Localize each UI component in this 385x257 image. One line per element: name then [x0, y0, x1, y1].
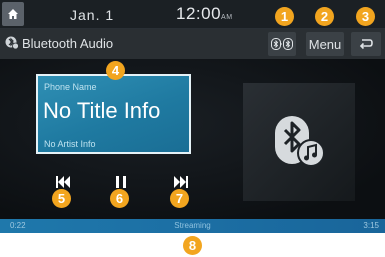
phone-name: Phone Name [44, 82, 97, 92]
total-time: 3:15 [363, 221, 379, 230]
title-bar: Bluetooth Audio Menu [0, 29, 385, 59]
callout-8: 8 [183, 236, 202, 255]
track-info-card[interactable]: Phone Name No Title Info No Artist Info [36, 74, 191, 154]
streaming-label: Streaming [174, 221, 211, 230]
callout-7: 7 [170, 189, 189, 208]
callout-5: 5 [52, 189, 71, 208]
menu-button[interactable]: Menu [306, 32, 344, 56]
pause-icon [116, 176, 126, 188]
home-icon [8, 9, 18, 19]
progress-bar[interactable]: Streaming 0:22 3:15 [0, 219, 385, 233]
bluetooth-connection-button[interactable] [268, 32, 296, 56]
callout-1: 1 [275, 7, 294, 26]
skip-next-icon [174, 176, 188, 188]
back-arrow-icon [359, 39, 373, 50]
back-button[interactable] [351, 32, 381, 56]
menu-label: Menu [308, 36, 342, 52]
artist-name: No Artist Info [44, 139, 96, 149]
callout-2: 2 [315, 7, 334, 26]
bluetooth-settings-icon [5, 34, 19, 55]
page-title: Bluetooth Audio [22, 36, 114, 51]
callout-6: 6 [110, 189, 129, 208]
date-label: Jan. 1 [70, 7, 115, 23]
clock: 12:00AM [176, 4, 233, 24]
elapsed-time: 0:22 [10, 221, 26, 230]
bluetooth-music-icon [275, 116, 325, 167]
track-title: No Title Info [43, 98, 161, 123]
home-button[interactable] [2, 2, 24, 26]
time-suffix: AM [221, 14, 233, 21]
callout-4: 4 [106, 61, 125, 80]
callout-3: 3 [356, 7, 375, 26]
time-value: 12:00 [176, 4, 222, 23]
album-art [243, 83, 355, 201]
skip-previous-icon [56, 176, 70, 188]
bluetooth-connection-icon [271, 38, 293, 50]
